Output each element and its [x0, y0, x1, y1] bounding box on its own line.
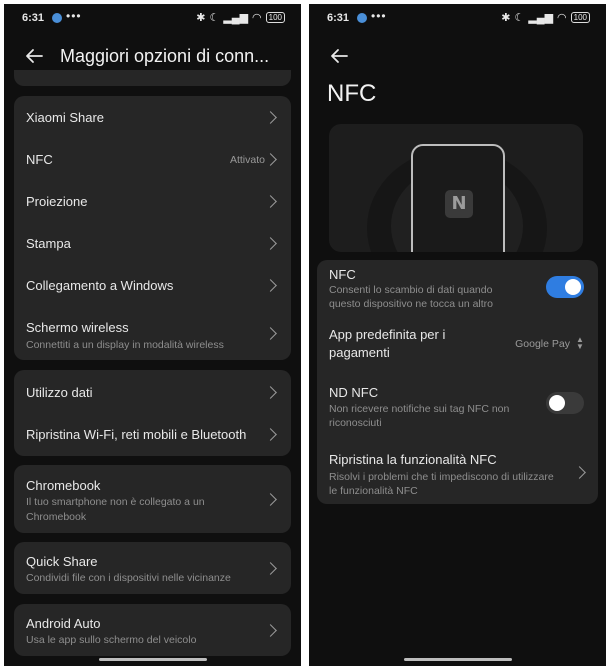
setting-reset-nfc[interactable]: Ripristina la funzionalità NFC Risolvi i… [317, 444, 598, 500]
more-notifications-icon: ••• [66, 9, 82, 23]
signal-icon: ▂▄▆ [528, 12, 554, 24]
item-subtitle: Condividi file con i dispositivi nelle v… [26, 572, 231, 584]
item-title: Quick Share [26, 554, 98, 569]
chevron-up-down-icon: ▲ ▼ [576, 335, 584, 351]
toggle-knob [549, 395, 565, 411]
card-chromebook: Chromebook Il tuo smartphone non è colle… [14, 465, 291, 533]
item-title: Stampa [26, 236, 71, 251]
battery-icon: 100 [570, 12, 590, 23]
item-title: NFC [329, 267, 356, 282]
header: Maggiori opzioni di conn... [4, 40, 301, 72]
list-item-xiaomi-share[interactable]: Xiaomi Share [14, 96, 291, 138]
item-subtitle-line2: Chromebook [26, 511, 87, 523]
bluetooth-icon: ✱ [196, 12, 206, 24]
moon-icon: ☾ [514, 12, 525, 24]
setting-default-payment-app[interactable]: App predefinita per i pagamenti Google P… [317, 318, 598, 368]
item-title-line1: App predefinita per i [329, 327, 446, 342]
chevron-right-icon [264, 327, 277, 340]
list-item-quick-share[interactable]: Quick Share Condividi file con i disposi… [14, 542, 291, 594]
setting-nd-nfc[interactable]: ND NFC Non ricevere notifiche sui tag NF… [317, 376, 598, 432]
bluetooth-icon: ✱ [501, 12, 511, 24]
list-item-proiezione[interactable]: Proiezione [14, 180, 291, 222]
right-screen: 6:31 ••• ✱ ☾ ▂▄▆ ◠ 100 NFC N NFC Consent… [309, 4, 606, 666]
card-quick-share: Quick Share Condividi file con i disposi… [14, 542, 291, 594]
chevron-right-icon [264, 428, 277, 441]
nfc-logo-icon: N [445, 190, 473, 218]
nfc-illustration: N [329, 124, 583, 252]
chevron-right-icon [573, 466, 586, 479]
item-title: ND NFC [329, 385, 379, 400]
item-subtitle: Connettiti a un display in modalità wire… [26, 339, 224, 351]
chevron-right-icon [264, 562, 277, 575]
item-title: Schermo wireless [26, 320, 129, 335]
nfc-status-value: Attivato [229, 154, 265, 166]
left-screen: 6:31 ••• ✱ ☾ ▂▄▆ ◠ 100 Maggiori opzioni … [4, 4, 301, 666]
list-item-android-auto[interactable]: Android Auto Usa le app sullo schermo de… [14, 604, 291, 656]
item-subtitle-line1: Risolvi i problemi che ti impediscono di… [329, 471, 554, 483]
scrolled-card [14, 70, 291, 86]
list-item-collegamento-windows[interactable]: Collegamento a Windows [14, 264, 291, 306]
list-item-stampa[interactable]: Stampa [14, 222, 291, 264]
header [309, 40, 606, 72]
card-connections: Xiaomi Share NFC Attivato Proiezione Sta… [14, 96, 291, 360]
status-bar: 6:31 ••• ✱ ☾ ▂▄▆ ◠ 100 [309, 4, 606, 30]
chevron-right-icon [264, 386, 277, 399]
list-item-schermo-wireless[interactable]: Schermo wireless Connettiti a un display… [14, 306, 291, 360]
chevron-right-icon [264, 237, 277, 250]
item-title: Chromebook [26, 478, 101, 493]
signal-icon: ▂▄▆ [223, 12, 249, 24]
item-title: Collegamento a Windows [26, 278, 174, 293]
item-title: Ripristina la funzionalità NFC [329, 452, 497, 467]
payment-app-value: Google Pay [515, 338, 570, 350]
back-arrow-icon[interactable] [24, 46, 44, 66]
list-item-ripristina-reti[interactable]: Ripristina Wi-Fi, reti mobili e Bluetoot… [14, 414, 291, 456]
chevron-right-icon [264, 111, 277, 124]
item-title: Ripristina Wi-Fi, reti mobili e Bluetoot… [26, 427, 247, 442]
chevron-right-icon [264, 279, 277, 292]
item-title: Proiezione [26, 194, 88, 209]
telegram-icon [52, 13, 62, 23]
item-subtitle: Usa le app sullo schermo del veicolo [26, 634, 197, 646]
home-indicator[interactable] [98, 658, 207, 661]
card-data: Utilizzo dati Ripristina Wi-Fi, reti mob… [14, 370, 291, 456]
page-title: Maggiori opzioni di conn... [60, 46, 270, 66]
nfc-toggle[interactable] [546, 276, 584, 298]
item-title: NFC [26, 152, 53, 167]
item-subtitle-line2: le funzionalità NFC [329, 485, 418, 497]
battery-icon: 100 [265, 12, 285, 23]
chevron-right-icon [264, 195, 277, 208]
page-title: NFC [327, 80, 377, 107]
wifi-icon: ◠ [557, 12, 567, 24]
list-item-utilizzo-dati[interactable]: Utilizzo dati [14, 370, 291, 412]
home-indicator[interactable] [403, 658, 512, 661]
item-title: Utilizzo dati [26, 385, 93, 400]
item-title: Android Auto [26, 616, 101, 631]
status-time: 6:31 [327, 12, 350, 24]
phone-outline-icon: N [411, 144, 505, 252]
telegram-icon [357, 13, 367, 23]
item-subtitle-line2: questo dispositivo ne tocca un altro [329, 298, 494, 310]
item-subtitle-line1: Non ricevere notifiche sui tag NFC non [329, 403, 510, 415]
wifi-icon: ◠ [252, 12, 262, 24]
item-title-line2: pagamenti [329, 345, 390, 360]
list-item-chromebook[interactable]: Chromebook Il tuo smartphone non è colle… [14, 465, 291, 533]
back-arrow-icon[interactable] [329, 46, 349, 66]
status-bar: 6:31 ••• ✱ ☾ ▂▄▆ ◠ 100 [4, 4, 301, 30]
chevron-right-icon [264, 493, 277, 506]
toggle-knob [565, 279, 581, 295]
chevron-right-icon [264, 624, 277, 637]
item-subtitle-line2: riconosciuti [329, 417, 382, 429]
card-nfc-settings: NFC Consenti lo scambio di dati quando q… [317, 260, 598, 504]
nd-nfc-toggle[interactable] [546, 392, 584, 414]
moon-icon: ☾ [209, 12, 220, 24]
item-subtitle-line1: Consenti lo scambio di dati quando [329, 284, 493, 296]
setting-nfc[interactable]: NFC Consenti lo scambio di dati quando q… [317, 260, 598, 316]
item-title: Xiaomi Share [26, 110, 105, 125]
chevron-right-icon [264, 153, 277, 166]
status-time: 6:31 [22, 12, 45, 24]
more-notifications-icon: ••• [371, 9, 387, 23]
card-android-auto: Android Auto Usa le app sullo schermo de… [14, 604, 291, 656]
item-subtitle-line1: Il tuo smartphone non è collegato a un [26, 496, 205, 508]
list-item-nfc[interactable]: NFC Attivato [14, 138, 291, 180]
